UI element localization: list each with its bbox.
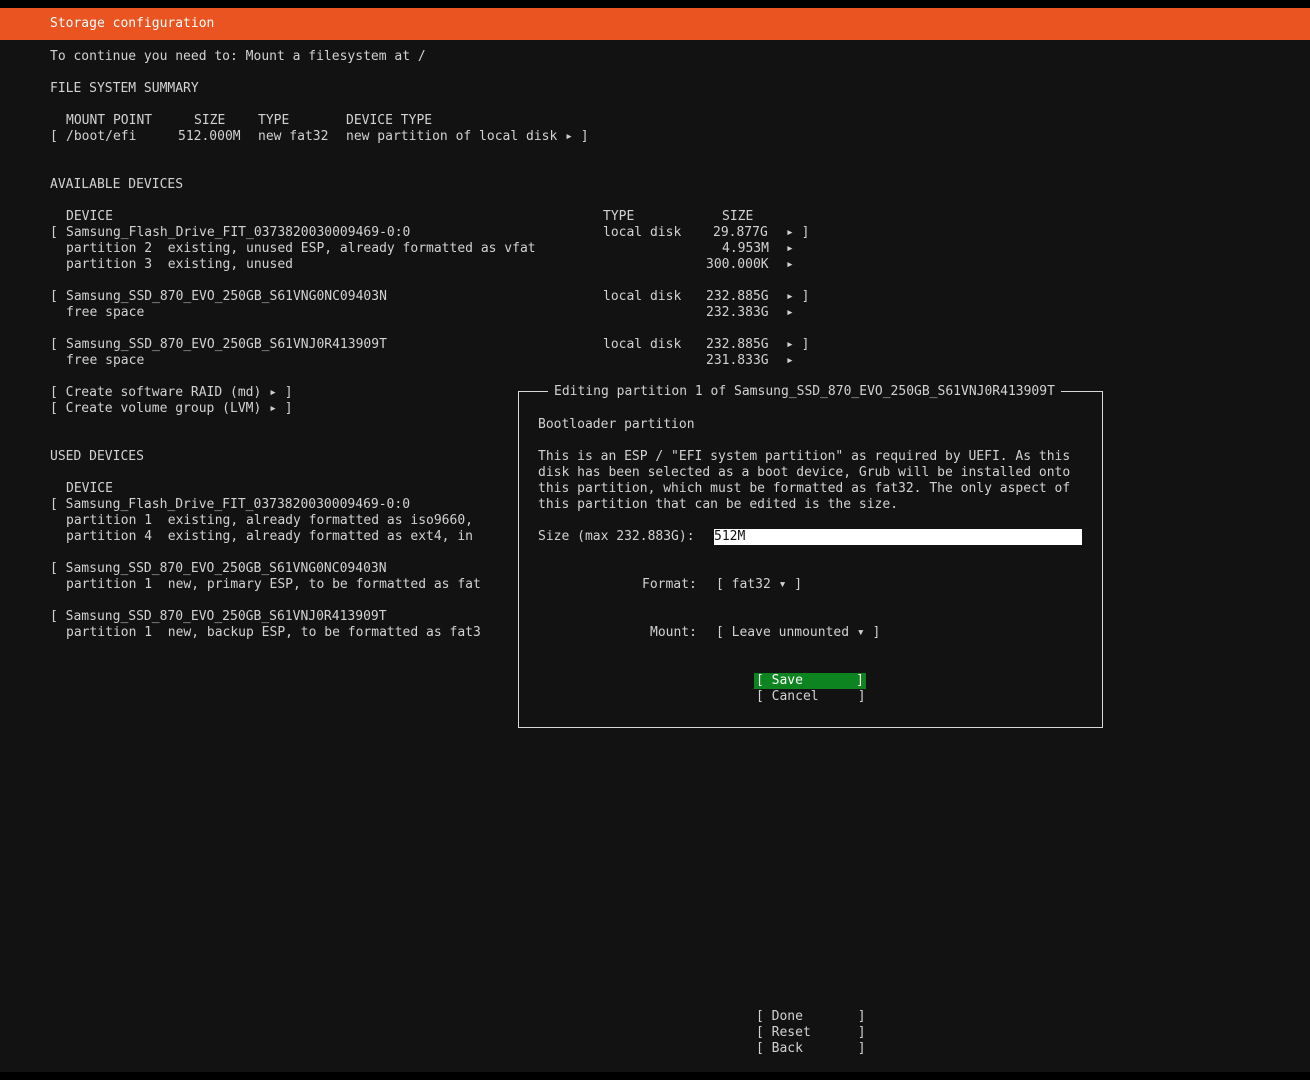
fs-summary-heading: FILE SYSTEM SUMMARY — [50, 81, 199, 96]
partition-label: partition 3 existing, unused — [66, 257, 293, 272]
partition-size: 300.000K — [706, 257, 769, 272]
device-name: Samsung_SSD_870_EVO_250GB_S61VNJ0R413909… — [66, 337, 387, 352]
back-button[interactable]: [ Back ] — [756, 1041, 866, 1057]
used-partition-row[interactable]: partition 1 new, primary ESP, to be form… — [66, 577, 481, 593]
dialog-subtitle: Bootloader partition — [538, 417, 695, 432]
device-type: local disk — [603, 225, 682, 240]
open-bracket: [ — [50, 289, 58, 304]
used-partition-row[interactable]: partition 1 new, backup ESP, to be forma… — [66, 625, 481, 641]
done-button[interactable]: [ Done ] — [756, 1009, 866, 1025]
top-border — [0, 0, 1310, 8]
col-size: SIZE — [194, 113, 226, 128]
partition-menu-arrow-icon[interactable]: ▸ — [786, 241, 794, 257]
available-heading: AVAILABLE DEVICES — [50, 177, 184, 192]
free-space-label: free space — [66, 353, 145, 368]
reset-button[interactable]: [ Reset ] — [756, 1025, 866, 1041]
free-space-size: 232.383G — [706, 305, 769, 320]
partition-size: 4.953M — [722, 241, 769, 256]
device-type: local disk — [603, 337, 682, 352]
mount-label: Mount: — [650, 625, 697, 640]
col-size: SIZE — [722, 209, 754, 224]
open-bracket: [ — [50, 225, 58, 240]
used-heading: USED DEVICES — [50, 449, 144, 464]
save-button[interactable]: [ Save ] — [754, 673, 866, 689]
partition-label: partition 2 existing, unused ESP, alread… — [66, 241, 536, 256]
device-size: 232.885G — [706, 337, 769, 352]
partition-menu-arrow-icon[interactable]: ▸ — [786, 257, 794, 273]
cancel-button[interactable]: [ Cancel ] — [756, 689, 866, 705]
row-open-bracket: [ — [50, 129, 58, 144]
save-button-bracket: ] — [856, 673, 864, 688]
format-label: Format: — [642, 577, 697, 592]
col-mount-point: MOUNT POINT — [66, 113, 153, 128]
col-type: TYPE — [258, 113, 290, 128]
row-device-type: new partition of local disk ▸ ] — [346, 129, 589, 144]
create-lvm-button[interactable]: [ Create volume group (LVM) ▸ ] — [50, 401, 293, 417]
dialog-description-line: This is an ESP / "EFI system partition" … — [538, 449, 1071, 464]
free-space-label: free space — [66, 305, 145, 320]
page-title: Storage configuration — [50, 16, 215, 31]
header-bar: Storage configuration — [0, 8, 1310, 40]
device-name: Samsung_Flash_Drive_FIT_0373820030009469… — [66, 225, 411, 240]
free-space-arrow-icon[interactable]: ▸ — [786, 353, 794, 369]
bottom-border — [0, 1072, 1310, 1080]
mount-select[interactable]: [ Leave unmounted ▾ ] — [716, 625, 880, 641]
device-size: 29.877G — [713, 225, 768, 240]
device-type: local disk — [603, 289, 682, 304]
dialog-description-line: disk has been selected as a boot device,… — [538, 465, 1071, 480]
used-device-row[interactable]: [ Samsung_Flash_Drive_FIT_03738200300094… — [50, 497, 410, 513]
col-device: DEVICE — [66, 209, 113, 224]
col-device-type: DEVICE TYPE — [346, 113, 433, 128]
used-partition-row[interactable]: partition 1 existing, already formatted … — [66, 513, 473, 529]
open-bracket: [ — [50, 337, 58, 352]
dialog-description-line: this partition, which must be formatted … — [538, 481, 1071, 496]
device-menu-arrow-icon[interactable]: ▸ ] — [786, 289, 809, 305]
dialog-description-line: this partition that can be edited is the… — [538, 497, 899, 512]
col-type: TYPE — [603, 209, 635, 224]
notice-text: To continue you need to: Mount a filesys… — [50, 49, 426, 64]
create-raid-button[interactable]: [ Create software RAID (md) ▸ ] — [50, 385, 293, 401]
format-select[interactable]: [ fat32 ▾ ] — [716, 577, 802, 593]
free-space-arrow-icon[interactable]: ▸ — [786, 305, 794, 321]
used-partition-row[interactable]: partition 4 existing, already formatted … — [66, 529, 473, 545]
device-menu-arrow-icon[interactable]: ▸ ] — [786, 337, 809, 353]
used-device-row[interactable]: [ Samsung_SSD_870_EVO_250GB_S61VNJ0R4139… — [50, 609, 387, 625]
dialog-title: Editing partition 1 of Samsung_SSD_870_E… — [548, 384, 1061, 400]
col-device: DEVICE — [66, 481, 113, 496]
device-menu-arrow-icon[interactable]: ▸ ] — [786, 225, 809, 241]
size-label: Size (max 232.883G): — [538, 529, 695, 544]
save-button-label: [ Save — [756, 673, 803, 688]
used-device-row[interactable]: [ Samsung_SSD_870_EVO_250GB_S61VNG0NC094… — [50, 561, 387, 577]
row-mount: /boot/efi — [66, 129, 137, 144]
device-name: Samsung_SSD_870_EVO_250GB_S61VNG0NC09403… — [66, 289, 387, 304]
row-size: 512.000M — [178, 129, 241, 144]
free-space-size: 231.833G — [706, 353, 769, 368]
size-input[interactable] — [714, 529, 1082, 545]
device-size: 232.885G — [706, 289, 769, 304]
row-type: new fat32 — [258, 129, 329, 144]
